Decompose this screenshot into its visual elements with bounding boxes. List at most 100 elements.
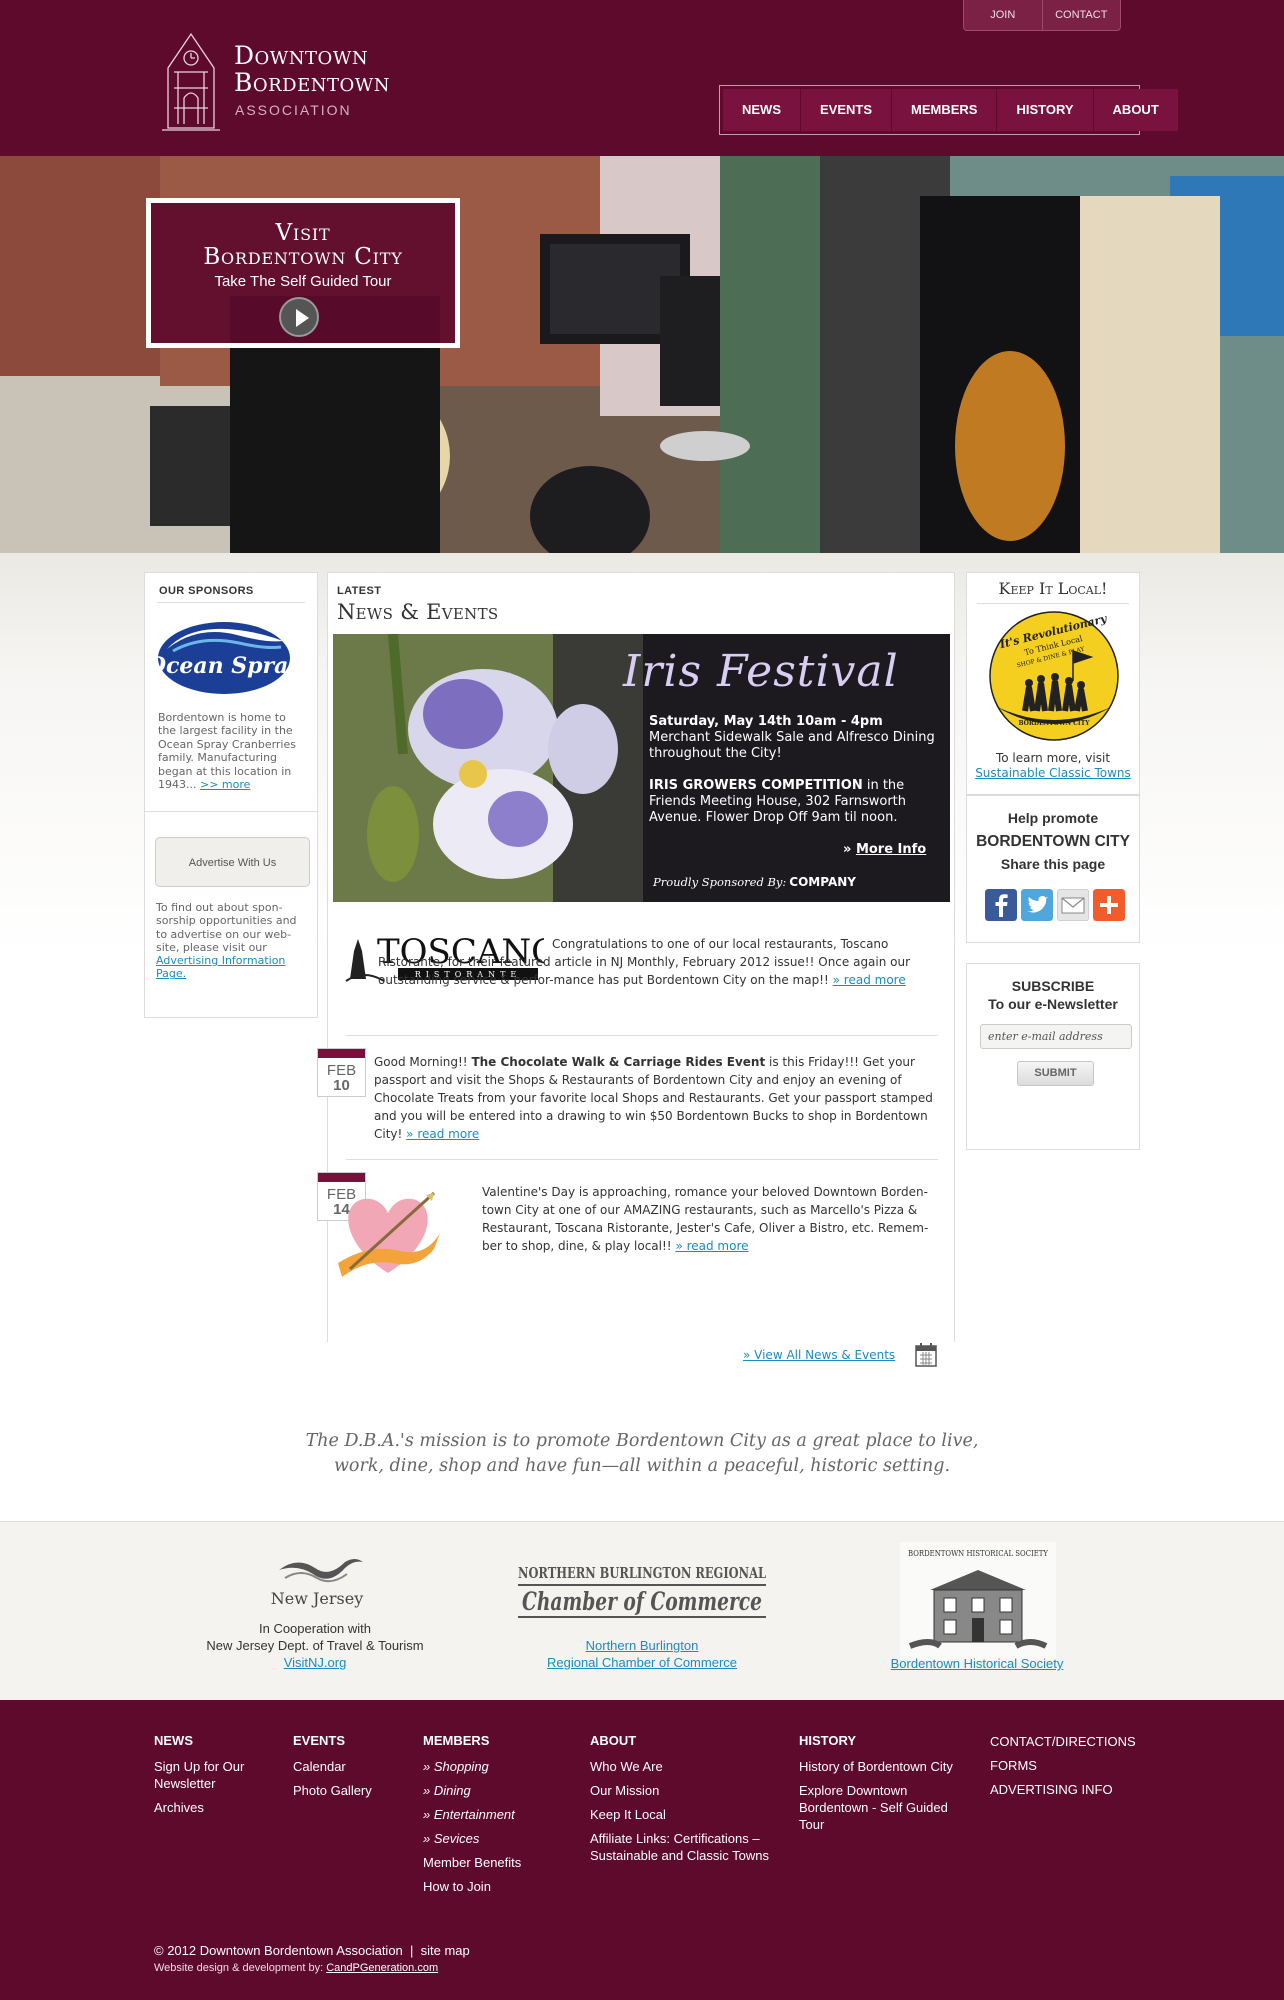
footer-link-shopping[interactable]: Shopping (423, 1758, 521, 1775)
footer-link-forms[interactable]: FORMS (990, 1757, 1136, 1774)
footer-link-how-to-join[interactable]: How to Join (423, 1878, 521, 1895)
footer-link-photo-gallery[interactable]: Photo Gallery (293, 1782, 372, 1799)
read-more-link[interactable]: » read more (675, 1239, 748, 1253)
chamber-link-line1[interactable]: Northern Burlington (586, 1638, 699, 1653)
twitter-icon[interactable] (1021, 889, 1053, 921)
footer-link-entertainment[interactable]: Entertainment (423, 1806, 521, 1823)
view-all-news-link[interactable]: » View All News & Events (743, 1348, 895, 1362)
footer-link-history[interactable]: History of Bordentown City (799, 1758, 969, 1775)
sponsor-description: Bordentown is home to the largest facili… (158, 711, 302, 791)
footer-heading-history[interactable]: HISTORY (799, 1733, 969, 1748)
mission-statement: The D.B.A.'s mission is to promote Borde… (280, 1429, 1004, 1479)
partners-band: New Jersey In Cooperation with New Jerse… (0, 1521, 1284, 1700)
join-link[interactable]: JOIN (964, 0, 1042, 30)
utility-links: JOIN CONTACT (963, 0, 1121, 31)
historical-society-link[interactable]: Bordentown Historical Society (870, 1655, 1084, 1672)
toscano-text: Congratulations to one of our local rest… (378, 937, 911, 987)
site-footer: NEWS Sign Up for Our Newsletter Archives… (0, 1700, 1284, 2000)
tour-title-line2: Bordentown City (203, 244, 403, 270)
advertise-button[interactable]: Advertise With Us (155, 837, 310, 887)
chamber-of-commerce-logo[interactable]: NORTHERN BURLINGTON REGIONAL Chamber of … (512, 1556, 772, 1626)
footer-link-dining[interactable]: Dining (423, 1782, 521, 1799)
footer-col-about: ABOUT Who We Are Our Mission Keep It Loc… (590, 1733, 780, 1871)
ocean-spray-logo[interactable]: Ocean Spray (157, 621, 291, 695)
footer-link-calendar[interactable]: Calendar (293, 1758, 372, 1775)
nav-history[interactable]: HISTORY (996, 89, 1093, 131)
self-guided-tour-promo[interactable]: Visit Bordentown City Take The Self Guid… (146, 198, 460, 348)
keep-it-local-title: Keep It Local! (998, 579, 1108, 598)
footer-heading-events[interactable]: EVENTS (293, 1733, 372, 1748)
footer-link-member-benefits[interactable]: Member Benefits (423, 1854, 521, 1871)
site-credit: Website design & development by: CandPGe… (154, 1962, 438, 1974)
sponsor-company: COMPANY (789, 875, 856, 889)
article-text: Good Morning!! (374, 1055, 472, 1069)
footer-col-extra: CONTACT/DIRECTIONS FORMS ADVERTISING INF… (990, 1733, 1136, 1805)
nj-logo-text: New Jersey (271, 1589, 364, 1608)
share-line2: BORDENTOWN CITY (976, 833, 1130, 850)
footer-link-our-mission[interactable]: Our Mission (590, 1782, 780, 1799)
keep-it-local-box: Keep It Local! It's Revolutionary To Thi… (966, 572, 1140, 795)
footer-link-services[interactable]: Sevices (423, 1830, 521, 1847)
nav-about[interactable]: ABOUT (1092, 89, 1178, 131)
hist-logo-text: BORDENTOWN HISTORICAL SOCIETY (908, 1549, 1049, 1558)
nav-events[interactable]: EVENTS (800, 89, 892, 131)
chamber-link-line2[interactable]: Regional Chamber of Commerce (547, 1655, 737, 1670)
footer-col-events: EVENTS Calendar Photo Gallery (293, 1733, 372, 1806)
competition-title: IRIS GROWERS COMPETITION (649, 778, 863, 793)
email-field[interactable] (980, 1024, 1132, 1049)
date-month: FEB (326, 1062, 357, 1079)
footer-link-affiliate[interactable]: Affiliate Links: Certifications – Sustai… (590, 1830, 780, 1864)
read-more-link[interactable]: » read more (833, 973, 906, 987)
footer-link-contact[interactable]: CONTACT/DIRECTIONS (990, 1733, 1136, 1750)
news-events-panel: LATEST News & Events Iris Festival Satur… (317, 572, 955, 1342)
read-more-link[interactable]: » read more (406, 1127, 479, 1141)
email-icon[interactable] (1057, 889, 1089, 921)
submit-button[interactable]: SUBMIT (1017, 1061, 1094, 1086)
footer-heading-members[interactable]: MEMBERS (423, 1733, 521, 1748)
badge-text-4: BORDENTOWN CITY (1019, 720, 1091, 727)
divider (346, 1035, 938, 1036)
calendar-icon[interactable] (915, 1343, 937, 1367)
site-logo[interactable]: Downtown Bordentown ASSOCIATION (160, 28, 400, 132)
sponsor-more-link[interactable]: >> more (200, 778, 250, 791)
footer-heading-about[interactable]: ABOUT (590, 1733, 780, 1748)
historical-society-logo[interactable]: BORDENTOWN HISTORICAL SOCIETY (900, 1542, 1056, 1660)
footer-link-who-we-are[interactable]: Who We Are (590, 1758, 780, 1775)
tour-title: Visit Bordentown City (151, 221, 455, 269)
footer-link-self-guided-tour[interactable]: Explore Downtown Bordentown - Self Guide… (799, 1782, 969, 1833)
sponsors-sidebar: OUR SPONSORS Ocean Spray Bordentown is h… (144, 572, 318, 1018)
site-header: Downtown Bordentown ASSOCIATION JOIN CON… (0, 0, 1284, 156)
nav-members[interactable]: MEMBERS (891, 89, 997, 131)
divider (346, 1159, 938, 1160)
contact-link[interactable]: CONTACT (1041, 0, 1121, 30)
news-events-title: News & Events (337, 600, 499, 624)
footer-col-history: HISTORY History of Bordentown City Explo… (799, 1733, 969, 1840)
play-icon[interactable] (279, 297, 319, 337)
footer-link-archives[interactable]: Archives (154, 1799, 254, 1816)
footer-link-keep-it-local[interactable]: Keep It Local (590, 1806, 780, 1823)
date-day: 10 (333, 1077, 350, 1094)
nav-news[interactable]: NEWS (723, 89, 800, 131)
share-line1: Help promote (1007, 810, 1099, 826)
facebook-icon[interactable] (985, 889, 1017, 921)
new-jersey-logo[interactable]: New Jersey (267, 1552, 367, 1612)
heart-arrow-image (338, 1191, 440, 1277)
keep-text: To learn more, visit (995, 751, 1111, 765)
more-info-arrow: » (843, 842, 856, 857)
keep-it-local-badge[interactable]: It's Revolutionary To Think Local SHOP &… (989, 611, 1119, 741)
footer-link-newsletter[interactable]: Sign Up for Our Newsletter (154, 1758, 254, 1792)
more-info-link[interactable]: » More Info (843, 842, 926, 857)
add-share-icon[interactable] (1093, 889, 1125, 921)
chamber-logo-line2: Chamber of Commerce (522, 1587, 762, 1616)
visitnj-link[interactable]: VisitNJ.org (284, 1655, 347, 1670)
advertise-text: To find out about spon-sorship opportuni… (156, 901, 297, 954)
sustainable-towns-link[interactable]: Sustainable Classic Towns (967, 766, 1139, 781)
advertising-info-link[interactable]: Advertising Information Page. (156, 954, 285, 980)
footer-heading-news[interactable]: NEWS (154, 1733, 254, 1748)
credit-link[interactable]: CandPGeneration.com (326, 1962, 438, 1974)
chamber-link-wrap: Northern Burlington Regional Chamber of … (510, 1637, 774, 1671)
footer-link-advertising[interactable]: ADVERTISING INFO (990, 1781, 1136, 1798)
iris-festival-feature[interactable]: Iris Festival Saturday, May 14th 10am - … (333, 634, 950, 902)
share-box: Help promote BORDENTOWN CITY Share this … (966, 795, 1140, 943)
date-badge-feb10: FEB 10 (317, 1048, 366, 1097)
